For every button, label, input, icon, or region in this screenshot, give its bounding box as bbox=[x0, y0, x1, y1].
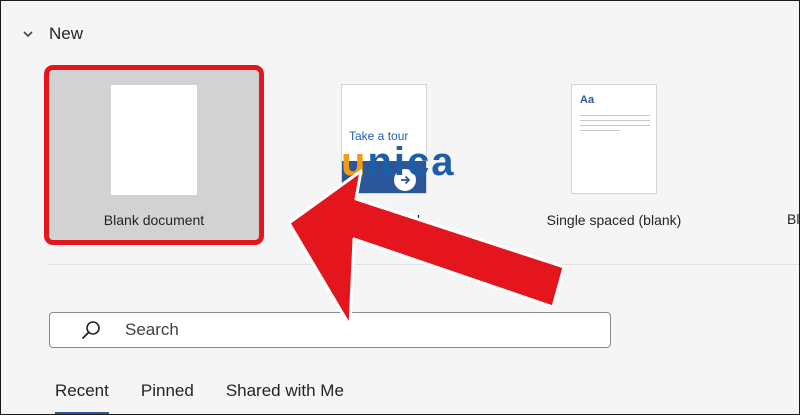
template-label: me to Word bbox=[347, 212, 421, 228]
new-document-panel: New Blank document Take a tour me to Wor… bbox=[0, 0, 800, 415]
thumbnail-text: Aa bbox=[580, 94, 595, 106]
unica-logo: unica bbox=[341, 140, 456, 184]
template-label: Single spaced (blank) bbox=[546, 212, 682, 228]
chevron-down-icon[interactable] bbox=[19, 25, 37, 43]
thumbnail-line bbox=[580, 120, 650, 121]
tab-pinned[interactable]: Pinned bbox=[141, 381, 194, 411]
new-section-header[interactable]: New bbox=[19, 21, 83, 47]
search-icon bbox=[80, 319, 102, 341]
blank-document-thumbnail bbox=[111, 85, 197, 195]
search-input[interactable] bbox=[123, 319, 567, 341]
tab-shared-with-me[interactable]: Shared with Me bbox=[226, 381, 344, 411]
thumbnail-line bbox=[580, 130, 620, 131]
search-box[interactable] bbox=[49, 312, 611, 348]
template-partial-label[interactable]: Bl bbox=[787, 211, 799, 227]
tab-recent[interactable]: Recent bbox=[55, 381, 109, 414]
template-single-spaced[interactable]: Aa Single spaced (blank) bbox=[504, 67, 724, 245]
template-label: Blank document bbox=[103, 212, 205, 228]
thumbnail-line bbox=[580, 115, 650, 116]
thumbnail-line bbox=[580, 125, 650, 126]
template-blank-document[interactable]: Blank document bbox=[44, 65, 264, 245]
document-tabs: Recent Pinned Shared with Me bbox=[55, 381, 344, 414]
single-spaced-thumbnail: Aa bbox=[571, 84, 657, 194]
section-title: New bbox=[49, 24, 84, 43]
divider bbox=[48, 264, 799, 265]
